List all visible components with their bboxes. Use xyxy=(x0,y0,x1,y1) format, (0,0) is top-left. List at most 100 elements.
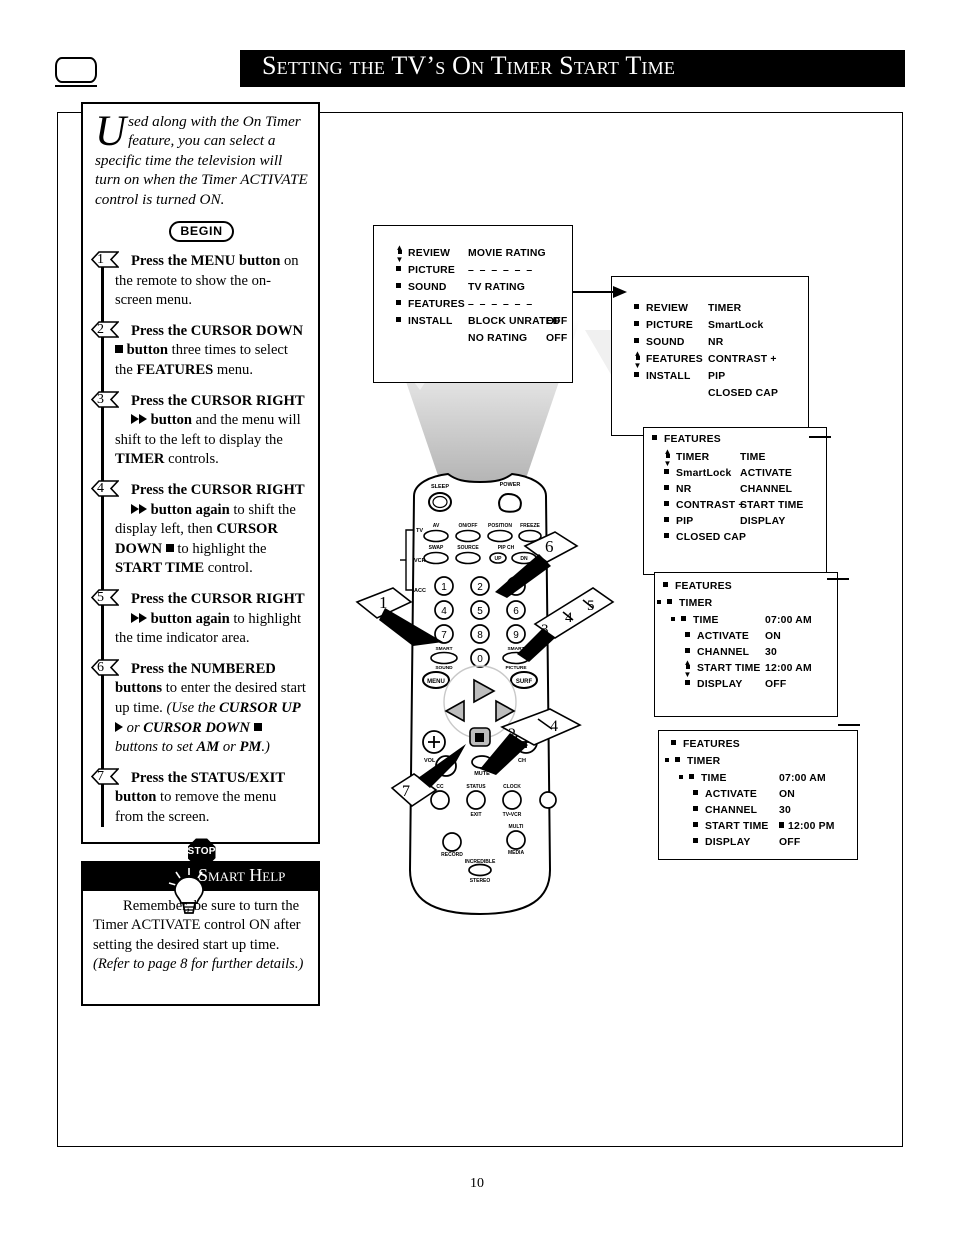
callout-1-label: 1 xyxy=(379,593,388,612)
osd-bullet-icon xyxy=(664,485,669,490)
smart-help-title: Smart Help xyxy=(198,865,286,885)
osd-bullet-icon xyxy=(671,740,676,745)
step-marker-icon xyxy=(91,480,119,497)
osd-bullet-icon xyxy=(685,648,690,653)
callout-2-label: 2 xyxy=(508,726,516,743)
osd-row-value: 30 xyxy=(765,647,777,658)
osd-left-item: SOUND xyxy=(396,282,447,293)
osd-row-label: ACTIVATE xyxy=(685,631,749,642)
page-title: Setting the TV’s On Timer Start Time xyxy=(262,51,676,80)
step-6: 6 Press the NUMBERED buttons to enter the… xyxy=(91,658,308,758)
osd-left-item: REVIEW xyxy=(634,303,688,314)
intro-paragraph: Used along with the On Timer feature, yo… xyxy=(95,108,308,209)
osd-bullet-icon xyxy=(664,533,669,538)
osd-row-value: 07:00 AM xyxy=(765,615,812,626)
osd-left-item: PICTURE xyxy=(396,265,455,276)
step-number: 2 xyxy=(97,321,104,337)
osd-right-label: SmartLock xyxy=(708,320,764,331)
step-text: Press the CURSOR RIGHT button again to s… xyxy=(115,481,305,577)
svg-text:EXIT: EXIT xyxy=(470,812,481,818)
step-3: 3 Press the CURSOR RIGHT button and the m… xyxy=(91,390,308,470)
svg-text:FREEZE: FREEZE xyxy=(520,523,540,529)
osd-bullet-icon xyxy=(689,774,694,779)
callout-pointer-24: 2 4 xyxy=(480,708,582,775)
osd-bullet-icon xyxy=(665,758,669,762)
osd-right-label: MOVIE RATING xyxy=(468,248,546,259)
osd-right-label: DISPLAY xyxy=(740,516,786,527)
osd-bullet-icon xyxy=(664,469,669,474)
osd-row-label: DISPLAY xyxy=(685,679,742,690)
osd-header: FEATURES xyxy=(652,434,721,445)
intro-dropcap: U xyxy=(95,108,127,155)
svg-text:ON/OFF: ON/OFF xyxy=(459,523,478,529)
callout-5-label: 5 xyxy=(587,598,595,614)
osd-right-label: CONTRAST + xyxy=(708,354,777,365)
osd-bullet-icon xyxy=(396,266,401,271)
osd-left-item: REVIEW xyxy=(408,248,451,259)
osd-bullet-icon xyxy=(685,632,690,637)
step-text: Press the CURSOR RIGHT button and the me… xyxy=(115,392,305,468)
osd-bullet-icon xyxy=(396,300,401,305)
osd-left-item: INSTALL xyxy=(634,371,691,382)
osd-row-value: ON xyxy=(765,631,781,642)
osd-bullet-icon xyxy=(667,599,672,604)
osd-right-value: OFF xyxy=(546,316,568,327)
connector-line-2 xyxy=(809,436,831,439)
svg-text:TV: TV xyxy=(416,528,423,534)
osd-left-item: INSTALL xyxy=(396,316,453,327)
osd-bullet-icon xyxy=(396,283,401,288)
osd-bullet-icon xyxy=(693,806,698,811)
osd-row-label: START TIME xyxy=(693,821,769,832)
osd-updown-icon: ▲ ▼ xyxy=(633,349,642,370)
osd-bullet-icon xyxy=(675,757,680,762)
callout-6-label: 6 xyxy=(545,537,554,556)
osd-bullet-icon xyxy=(652,435,657,440)
svg-text:5: 5 xyxy=(477,606,483,617)
tv-screen-icon xyxy=(55,57,97,87)
svg-text:SOURCE: SOURCE xyxy=(457,545,479,551)
osd-right-label: NR xyxy=(708,337,724,348)
osd-row-label: CHANNEL xyxy=(693,805,757,816)
svg-text:SOUND: SOUND xyxy=(435,665,453,671)
osd-right-label: PIP xyxy=(708,371,726,382)
osd-left-item: CONTRAST + xyxy=(664,500,745,511)
step-5: 5 Press the CURSOR RIGHT button again to … xyxy=(91,589,308,649)
begin-badge-wrap: BEGIN xyxy=(95,221,308,243)
svg-text:SLEEP: SLEEP xyxy=(431,484,449,490)
osd-row-value: OFF xyxy=(779,837,801,848)
osd-row-label: TIME xyxy=(679,773,727,784)
svg-text:8: 8 xyxy=(477,630,483,641)
osd-row-label: DISPLAY xyxy=(693,837,750,848)
step-1: 1 Press the MENU button on the remote to … xyxy=(91,251,308,311)
osd-bullet-icon xyxy=(634,372,639,377)
osd-bullet-icon xyxy=(679,775,683,779)
begin-badge: BEGIN xyxy=(169,221,234,243)
connector-arrow-1 xyxy=(613,286,627,298)
osd-bullet-icon xyxy=(681,616,686,621)
osd-left-item: PIP xyxy=(664,516,693,527)
osd-menu-2: REVIEW PICTURE SOUND FEATURES ▲ ▼ INSTALL TIMER… xyxy=(611,276,813,440)
osd-left-item: CLOSED CAP xyxy=(664,532,746,543)
osd-right-label: CLOSED CAP xyxy=(708,388,779,399)
step-number: 5 xyxy=(97,589,104,605)
osd-right-label: ACTIVATE xyxy=(740,468,793,479)
step-text: Press the MENU button on the remote to s… xyxy=(115,253,299,309)
step-marker-icon xyxy=(91,589,119,606)
osd-menu-5: FEATURES TIMER TIME 07:00 AM ACTIVATE ON CHANN… xyxy=(658,730,862,864)
osd-right-label: – – – – – – xyxy=(468,265,534,276)
smart-help-panel: Smart Help Remember, be sure to turn the… xyxy=(81,861,320,1006)
osd-right-label: START TIME xyxy=(740,500,804,511)
osd-bullet-icon xyxy=(657,600,661,604)
osd-right-label: TIME xyxy=(740,452,766,463)
osd-row-label: START TIME xyxy=(697,663,761,674)
connector-line-3 xyxy=(827,578,849,581)
osd-right-label: TIMER xyxy=(708,303,742,314)
svg-text:AV: AV xyxy=(433,523,440,529)
osd-row-value: 30 xyxy=(779,805,791,816)
callout-pointer-345: 3 4 5 xyxy=(517,587,615,662)
svg-text:2: 2 xyxy=(477,582,483,593)
step-marker-icon xyxy=(91,767,119,785)
osd-bullet-icon xyxy=(664,517,669,522)
osd-bullet-icon xyxy=(396,317,401,322)
svg-text:POWER: POWER xyxy=(500,482,521,488)
